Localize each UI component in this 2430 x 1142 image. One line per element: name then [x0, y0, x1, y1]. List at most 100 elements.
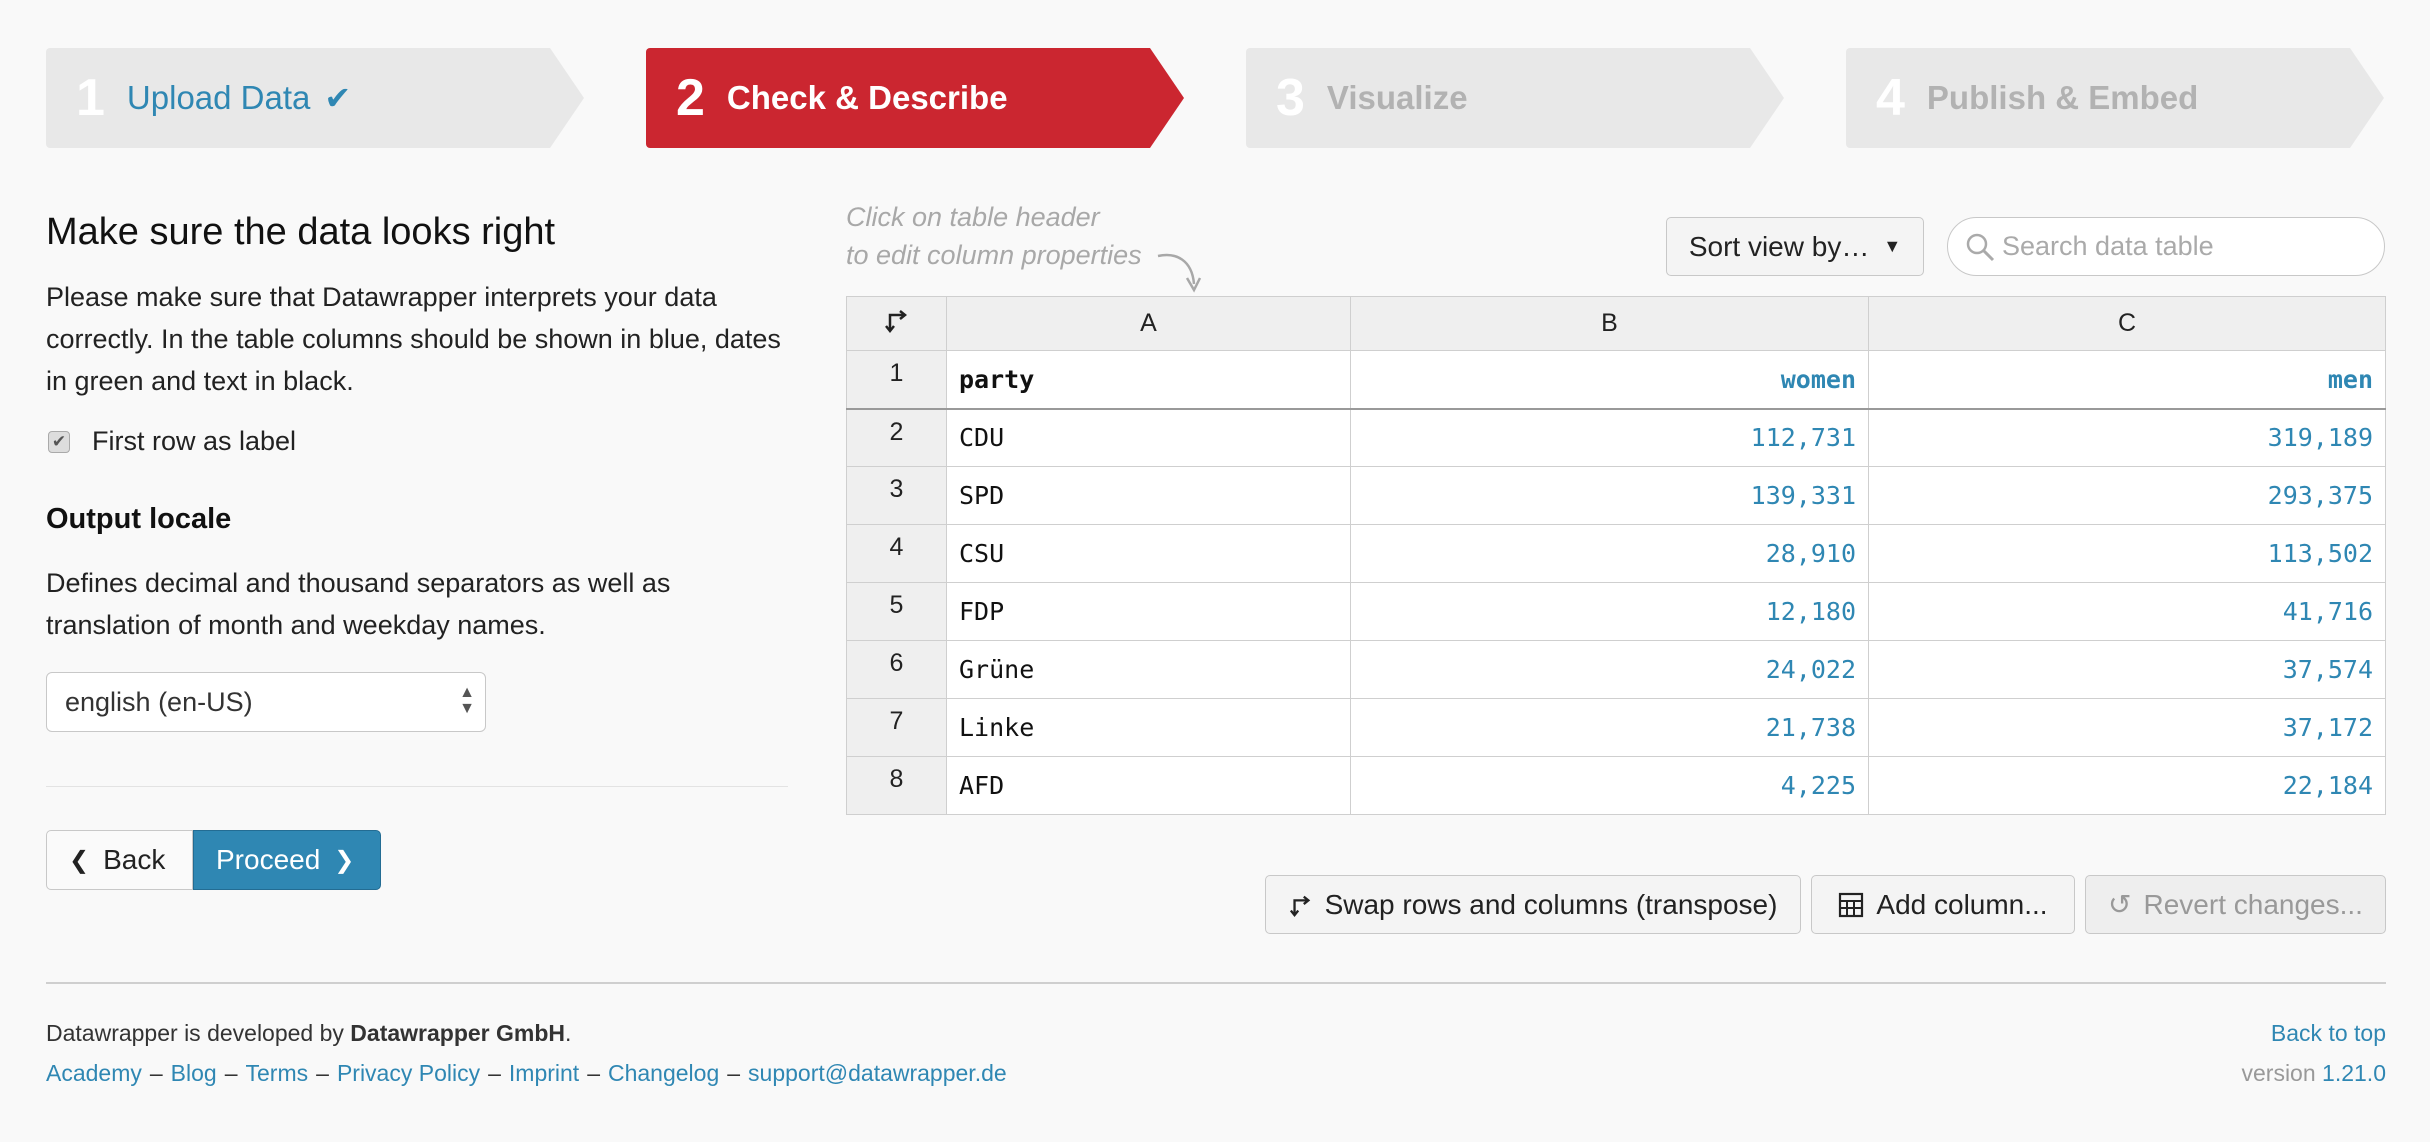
table-cell[interactable]: 22,184	[1868, 756, 2386, 815]
page-title: Make sure the data looks right	[46, 211, 556, 253]
hint-line-2: to edit column properties	[846, 240, 1142, 270]
separator: –	[587, 1060, 600, 1086]
table-cell[interactable]: 37,172	[1868, 698, 2386, 757]
search-icon	[1966, 233, 1995, 262]
version-prefix: version	[2241, 1060, 2323, 1086]
transpose-corner-button[interactable]	[846, 296, 947, 351]
table-cell[interactable]: FDP	[946, 582, 1351, 641]
proceed-button-label: Proceed	[216, 844, 321, 875]
back-button[interactable]: ❮ Back	[46, 830, 193, 890]
transpose-button[interactable]: Swap rows and columns (transpose)	[1265, 875, 1801, 934]
table-cell[interactable]: 319,189	[1868, 408, 2386, 467]
table-cell[interactable]: Linke	[946, 698, 1351, 757]
footer-link-support-email[interactable]: support@datawrapper.de	[748, 1060, 1007, 1086]
checkmark-icon: ✔	[324, 80, 352, 116]
table-cell[interactable]: 37,574	[1868, 640, 2386, 699]
table-header-hint: Click on table header to edit column pro…	[846, 198, 1142, 274]
add-column-button[interactable]: Add column...	[1811, 875, 2075, 934]
credit-period: .	[565, 1020, 572, 1046]
table-cell[interactable]: 28,910	[1350, 524, 1869, 583]
transpose-icon	[884, 310, 907, 334]
row-number: 4	[846, 524, 947, 583]
column-header-a[interactable]: A	[946, 296, 1351, 351]
table-cell[interactable]: 139,331	[1350, 466, 1869, 525]
output-locale-description: Defines decimal and thousand separators …	[46, 568, 671, 640]
sort-view-dropdown[interactable]: Sort view by… ▼	[1666, 217, 1924, 276]
step-label: Publish & Embed	[1926, 79, 2199, 116]
separator: –	[224, 1060, 238, 1086]
footer-links: Academy – Blog – Terms – Privacy Policy – Imprin…	[46, 1053, 1007, 1093]
row-number: 6	[846, 640, 947, 699]
table-cell[interactable]: CSU	[946, 524, 1351, 583]
footer-divider	[46, 982, 2386, 984]
table-cell[interactable]: SPD	[946, 466, 1351, 525]
sort-view-label: Sort view by…	[1688, 230, 1870, 262]
footer-link-changelog[interactable]: Changelog	[608, 1060, 719, 1086]
column-header-c[interactable]: C	[1868, 296, 2386, 351]
table-cell[interactable]: 12,180	[1350, 582, 1869, 641]
row-number: 3	[846, 466, 947, 525]
row-number: 7	[846, 698, 947, 757]
step-upload-data[interactable]: 1 Upload Data ✔	[46, 48, 584, 148]
footer-link-privacy[interactable]: Privacy Policy	[337, 1060, 480, 1086]
locale-select[interactable]: english (en-US) ▲ ▼	[46, 672, 486, 732]
table-row: 7 Linke 21,738 37,172	[846, 698, 2386, 757]
table-cell[interactable]: AFD	[946, 756, 1351, 815]
transpose-button-label: Swap rows and columns (transpose)	[1324, 888, 1778, 920]
divider	[46, 786, 788, 787]
data-table: A B C 1 party women men 2 CDU 112,731 31…	[846, 296, 2386, 815]
table-row: 4 CSU 28,910 113,502	[846, 524, 2386, 583]
footer-link-terms[interactable]: Terms	[246, 1060, 309, 1086]
step-publish-embed[interactable]: 4 Publish & Embed	[1846, 48, 2384, 148]
step-visualize[interactable]: 3 Visualize	[1246, 48, 1784, 148]
table-cell[interactable]: women	[1350, 350, 1869, 410]
step-number: 1	[76, 69, 105, 127]
column-header-b[interactable]: B	[1350, 296, 1869, 351]
step-label: Upload Data	[126, 79, 311, 116]
row-number: 5	[846, 582, 947, 641]
hint-line-1: Click on table header	[846, 202, 1100, 232]
revert-button-label: Revert changes...	[2143, 888, 2363, 920]
curved-arrow-icon	[1157, 253, 1202, 293]
version-number: 1.21.0	[2322, 1060, 2386, 1086]
footer-link-academy[interactable]: Academy	[46, 1060, 142, 1086]
revert-changes-button[interactable]: ↺ Revert changes...	[2085, 875, 2386, 934]
back-to-top-link[interactable]: Back to top	[2271, 1020, 2386, 1046]
table-cell[interactable]: CDU	[946, 408, 1351, 467]
table-row: 5 FDP 12,180 41,716	[846, 582, 2386, 641]
table-cell[interactable]: 24,022	[1350, 640, 1869, 699]
table-cell[interactable]: 293,375	[1868, 466, 2386, 525]
chevron-left-icon: ❮	[69, 846, 90, 874]
table-cell[interactable]: Grüne	[946, 640, 1351, 699]
calculator-icon	[1839, 892, 1864, 917]
first-row-checkbox-label: First row as label	[92, 426, 297, 456]
add-column-button-label: Add column...	[1876, 888, 2048, 920]
version-info: version 1.21.0	[2242, 1053, 2387, 1093]
step-label: Visualize	[1326, 79, 1468, 116]
undo-icon: ↺	[2108, 889, 2132, 920]
table-cell[interactable]: 41,716	[1868, 582, 2386, 641]
first-row-label-option[interactable]: ✔ First row as label	[46, 426, 788, 457]
developer-credit: Datawrapper is developed by Datawrapper …	[46, 1013, 1007, 1053]
search-placeholder: Search data table	[2002, 231, 2214, 261]
table-row: 3 SPD 139,331 293,375	[846, 466, 2386, 525]
table-row: 8 AFD 4,225 22,184	[846, 756, 2386, 815]
footer-link-blog[interactable]: Blog	[171, 1060, 217, 1086]
output-locale-heading: Output locale	[46, 503, 232, 535]
table-cell[interactable]: men	[1868, 350, 2386, 410]
step-label: Check & Describe	[726, 79, 1008, 116]
step-check-describe[interactable]: 2 Check & Describe	[646, 48, 1184, 148]
table-cell[interactable]: 21,738	[1350, 698, 1869, 757]
footer-link-imprint[interactable]: Imprint	[509, 1060, 579, 1086]
table-cell[interactable]: 113,502	[1868, 524, 2386, 583]
proceed-button[interactable]: Proceed ❯	[193, 830, 381, 890]
table-cell[interactable]: party	[946, 350, 1351, 410]
first-row-checkbox[interactable]: ✔	[48, 430, 70, 453]
credit-text: Datawrapper is developed by	[46, 1020, 351, 1046]
search-input[interactable]: Search data table	[1947, 217, 2385, 276]
progress-steps: 1 Upload Data ✔ 2 Check & Describe 3 Vis…	[46, 48, 2386, 148]
table-cell[interactable]: 4,225	[1350, 756, 1869, 815]
step-number: 4	[1876, 69, 1905, 127]
table-cell[interactable]: 112,731	[1350, 408, 1869, 467]
separator: –	[316, 1060, 329, 1086]
